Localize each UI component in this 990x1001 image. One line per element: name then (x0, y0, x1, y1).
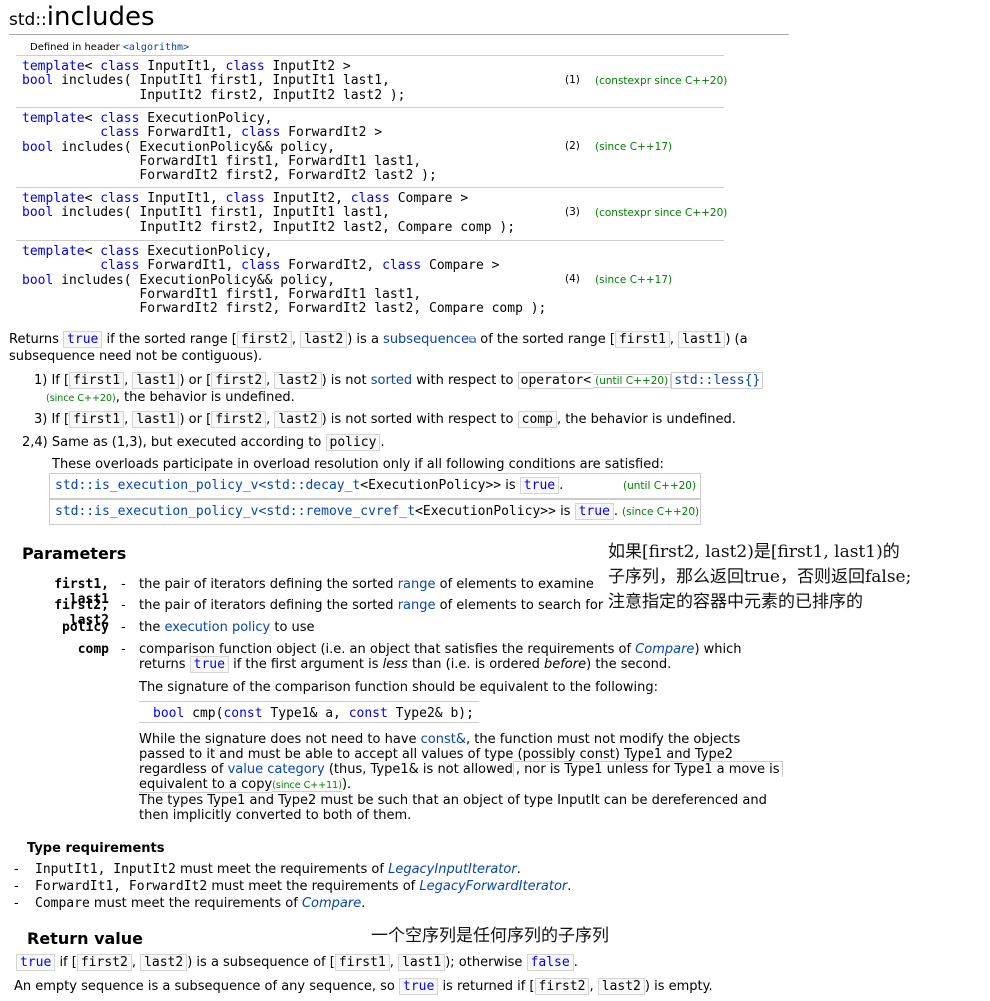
sorted-link[interactable]: sorted (371, 373, 412, 388)
comp-note-1: While the signature does not need to hav… (139, 732, 741, 747)
signature-code: bool cmp(const Type1& a, const Type2& b)… (139, 701, 479, 723)
param-name: policy (62, 620, 109, 635)
type-requirements-heading: Type requirements (27, 841, 165, 856)
type-requirement: Compare must meet the requirements of Co… (35, 896, 366, 911)
conditions-intro: These overloads participate in overload … (52, 457, 664, 472)
signature-line: bool includes( InputIt1 first1, InputIt1… (22, 73, 390, 89)
subsequence-link[interactable]: subsequence (383, 332, 469, 347)
item-3: 3) If [first1, last1) or [first2, last2)… (34, 411, 736, 428)
param-dash: - (121, 620, 126, 635)
overload-number: (3) (565, 206, 580, 218)
overload-number: (2) (565, 140, 580, 152)
description-line1: Returns true if the sorted range [first2… (9, 331, 748, 348)
requirement-link[interactable]: Compare (302, 896, 361, 911)
signature-line: ForwardIt2 first2, ForwardIt2 last2 ); (22, 168, 437, 184)
signature-line: ForwardIt2 first2, ForwardIt2 last2, Com… (22, 301, 547, 317)
signature-line: template< class ExecutionPolicy, (22, 244, 273, 259)
param-link[interactable]: range (398, 577, 436, 592)
signature-intro: The signature of the comparison function… (139, 680, 658, 695)
parameters-heading: Parameters (22, 544, 127, 563)
decl-divider (16, 55, 724, 56)
comp-note-4: equivalent to a copy(since C++11)). (139, 777, 352, 793)
title-underline (9, 34, 789, 35)
item-1: 1) If [first1, last1) or [first2, last2)… (34, 372, 764, 389)
param-description: the pair of iterators defining the sorte… (139, 598, 604, 613)
signature-line: template< class InputIt1, class InputIt2… (22, 191, 469, 206)
param-description: the execution policy to use (139, 620, 315, 635)
param-link[interactable]: execution policy (164, 620, 270, 635)
decl-divider (16, 240, 724, 241)
type-req-dash: - (14, 879, 19, 894)
overload-1-signature: template< class InputIt1, class InputIt2… (22, 59, 406, 103)
decl-divider (16, 107, 724, 108)
is-execution-policy-link[interactable]: std::is_execution_policy_v (55, 478, 259, 493)
const-ref-link[interactable]: const& (421, 732, 466, 747)
comp-note-6: then implicitly converted to both of the… (139, 808, 412, 823)
signature-line: ForwardIt1 first1, ForwardIt1 last1, (22, 153, 422, 169)
return-line2: An empty sequence is a subsequence of an… (14, 978, 713, 995)
annotation-note: 一个空序列是任何序列的子序列 (371, 926, 609, 946)
version-badge: (since C++17) (595, 274, 673, 286)
annotation-note: 如果[first2, last2)是[first1, last1)的 (608, 542, 900, 562)
overload-number: (4) (565, 273, 580, 285)
param-name: comp (77, 642, 109, 657)
condition-1: std::is_execution_policy_v<std::decay_t<… (49, 473, 701, 499)
condition-2: std::is_execution_policy_v<std::remove_c… (49, 499, 701, 525)
signature-line: InputIt2 first2, InputIt2 last2, Compare… (22, 219, 516, 235)
header-link[interactable]: <algorithm> (123, 42, 189, 53)
overload-3-signature: template< class InputIt1, class InputIt2… (22, 191, 516, 235)
signature-line: class ForwardIt1, class ForwardIt2 > (100, 125, 383, 141)
requirement-link[interactable]: LegacyForwardIterator (419, 879, 567, 894)
header-info: Defined in header <algorithm> (30, 42, 190, 53)
comp-line2: returns true if the first argument is le… (139, 656, 672, 673)
version-badge: (since C++17) (595, 141, 673, 153)
param-description: comparison function object (i.e. an obje… (139, 642, 742, 657)
param-link[interactable]: Compare (635, 642, 694, 657)
type-requirement: ForwardIt1, ForwardIt2 must meet the req… (35, 879, 572, 894)
return-value-heading: Return value (27, 929, 144, 948)
signature-line: class ForwardIt1, class ForwardIt2, clas… (100, 258, 500, 274)
param-dash: - (121, 577, 126, 592)
signature-line: bool includes( ExecutionPolicy&& policy, (22, 272, 336, 288)
param-link[interactable]: range (398, 598, 436, 613)
signature-line: template< class InputIt1, class InputIt2… (22, 59, 351, 74)
version-badge: (constexpr since C++20) (595, 75, 728, 87)
overload-4-signature: template< class ExecutionPolicy, class F… (22, 244, 547, 317)
item-2-4: 2,4) Same as (1,3), but executed accordi… (22, 434, 385, 451)
type-req-dash: - (14, 896, 19, 911)
overload-number: (1) (565, 74, 580, 86)
std-less-link[interactable]: std::less{} (671, 372, 764, 389)
comp-note-5: The types Type1 and Type2 must be such t… (139, 793, 767, 808)
param-dash: - (121, 642, 126, 657)
version-badge: (constexpr since C++20) (595, 207, 728, 219)
signature-line: bool includes( ExecutionPolicy&& policy, (22, 139, 336, 155)
comp-note-2: passed to it and must be able to accept … (139, 747, 734, 762)
item-1-line2: (since C++20), the behavior is undefined… (46, 390, 295, 405)
annotation-note: 注意指定的容器中元素的已排序的 (608, 592, 863, 612)
return-line1: true if [first2, last2) is a subsequence… (16, 954, 578, 971)
signature-line: bool includes( InputIt1 first1, InputIt1… (22, 205, 390, 221)
type-req-dash: - (14, 862, 19, 877)
param-description: the pair of iterators defining the sorte… (139, 577, 594, 592)
requirement-link[interactable]: LegacyInputIterator (388, 862, 517, 877)
signature-line: template< class ExecutionPolicy, (22, 111, 273, 126)
signature-line: ForwardIt1 first1, ForwardIt1 last1, (22, 286, 422, 302)
value-category-link[interactable]: value category (228, 762, 325, 777)
page-title: std::includes (9, 2, 155, 32)
type-requirement: InputIt1, InputIt2 must meet the require… (35, 862, 521, 877)
annotation-note: 子序列，那么返回true，否则返回false; (608, 567, 912, 587)
description-line2: subsequence need not be contiguous). (9, 349, 263, 364)
decl-divider (16, 187, 724, 188)
overload-2-signature: template< class ExecutionPolicy, class F… (22, 111, 437, 184)
signature-line: InputIt2 first2, InputIt2 last2 ); (22, 87, 406, 103)
comp-note-3: regardless of value category (thus, Type… (139, 761, 783, 777)
param-dash: - (121, 598, 126, 613)
